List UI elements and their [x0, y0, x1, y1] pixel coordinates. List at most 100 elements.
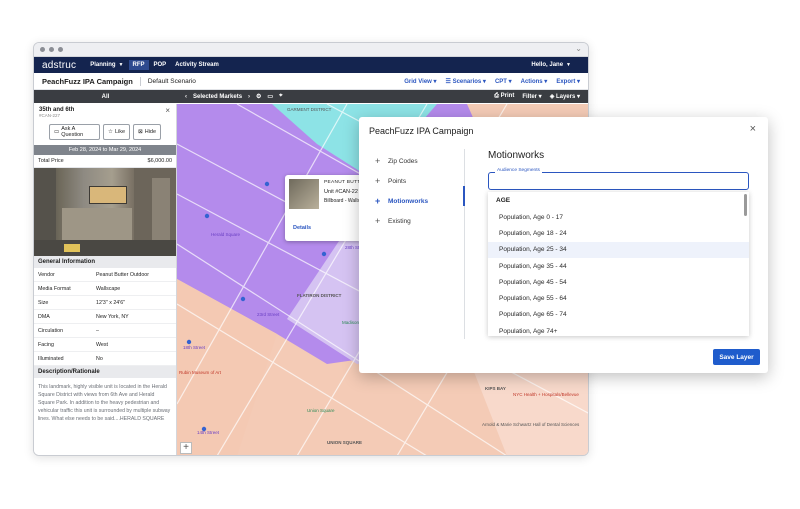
description-heading: Description/Rationale — [34, 366, 176, 378]
layer-type-list: + Zip Codes + Points + Motionworks + Existin… — [375, 151, 465, 231]
map-toolbar: All ‹ Selected Markets › ⚙ ▭ ⌖ ⎙ Print F… — [34, 90, 588, 103]
plus-icon: + — [375, 156, 381, 166]
option-existing[interactable]: + Existing — [375, 211, 465, 231]
map-label-flatiron: FLATIRON DISTRICT — [297, 293, 342, 298]
unit-detail-panel: 35th and 6th #CAN-227 × ▭ Ask A Question … — [34, 104, 177, 455]
hide-icon: ⊠ — [138, 129, 143, 135]
actions-menu[interactable]: Actions ▾ — [521, 78, 548, 85]
nav-pop[interactable]: POP — [154, 62, 167, 68]
option-zip-codes[interactable]: + Zip Codes — [375, 151, 465, 171]
map-label-garment: GARMENT DISTRICT — [287, 107, 332, 112]
window-chrome: ⌄ — [34, 43, 588, 57]
ruler-icon[interactable]: ▭ — [267, 93, 273, 100]
print-button[interactable]: ⎙ Print — [494, 93, 514, 100]
map-label-dental: Arnold & Marie Schwartz Hall of Dental S… — [482, 422, 580, 427]
option-points[interactable]: + Points — [375, 171, 465, 191]
cpt-menu[interactable]: CPT ▾ — [495, 78, 512, 85]
hide-button[interactable]: ⊠ Hide — [133, 124, 161, 140]
map-label-union: UNION SQUARE — [327, 440, 362, 445]
scenario-name[interactable]: Default Scenario — [148, 78, 196, 85]
map-tools: ⎙ Print Filter ▾ ◈ Layers ▾ — [494, 93, 588, 100]
info-row-dma: DMA New York, NY — [34, 310, 176, 324]
modal-title: PeachFuzz IPA Campaign — [369, 126, 474, 136]
window-controls[interactable] — [40, 47, 63, 52]
description-text: This landmark, highly visible unit is lo… — [38, 384, 171, 422]
option-item[interactable]: Population, Age 74+ — [488, 323, 749, 336]
info-row-illuminated: Illuminated No — [34, 352, 176, 366]
general-info-heading: General Information — [34, 256, 176, 268]
popup-unit: Unit #CAN-22 — [324, 189, 358, 195]
like-button[interactable]: ☆ Like — [103, 124, 131, 140]
option-item[interactable]: Population, Age 35 - 44 — [488, 258, 749, 274]
plus-icon: + — [375, 196, 381, 206]
campaign-title: PeachFuzz IPA Campaign — [42, 76, 141, 86]
marker-icon[interactable]: ⌖ — [279, 93, 282, 100]
unit-photo[interactable] — [34, 168, 176, 256]
export-menu[interactable]: Export ▾ — [556, 78, 580, 85]
popup-thumbnail — [289, 179, 319, 209]
campaign-actions: Grid View ▾ ☰ Scenarios ▾ CPT ▾ Actions … — [404, 78, 580, 85]
audience-segments-field[interactable]: Audience Segments — [488, 168, 749, 190]
map-label-rubin: Rubin Museum of Art — [179, 370, 222, 375]
close-icon[interactable]: × — [750, 123, 756, 135]
plus-icon: + — [375, 176, 381, 186]
total-price-row: Total Price $6,000.00 — [34, 155, 176, 168]
nav-planning[interactable]: Planning ▼ — [90, 62, 123, 68]
map-label-herald: Herald Square — [211, 232, 241, 237]
section-heading: Motionworks — [488, 150, 545, 161]
star-icon: ☆ — [108, 129, 113, 135]
scenarios-menu[interactable]: ☰ Scenarios ▾ — [446, 78, 486, 85]
settings-icon[interactable]: ⚙ — [256, 93, 261, 100]
zoom-in-button[interactable]: + — [180, 442, 192, 454]
page: ⌄ adstruc Planning ▼ RFP POP Activity Str… — [0, 0, 800, 509]
audience-segments-dropdown[interactable]: AGE Population, Age 0 - 17 Population, A… — [488, 192, 749, 336]
filter-menu[interactable]: Filter ▾ — [522, 93, 541, 100]
save-layer-button[interactable]: Save Layer — [713, 349, 760, 365]
scrollbar[interactable] — [744, 194, 747, 216]
map-label-14th: 14th Street — [197, 430, 220, 435]
plus-icon: + — [375, 216, 381, 226]
unit-actions: ▭ Ask A Question ☆ Like ⊠ Hide — [34, 121, 176, 143]
chevron-left-icon[interactable]: ‹ — [185, 94, 187, 100]
ask-question-button[interactable]: ▭ Ask A Question — [49, 124, 101, 140]
group-heading: AGE — [496, 197, 511, 204]
chevron-right-icon[interactable]: › — [248, 94, 250, 100]
option-item[interactable]: Population, Age 65 - 74 — [488, 307, 749, 323]
nav-rfp[interactable]: RFP — [128, 60, 149, 70]
chat-icon: ▭ — [54, 129, 60, 135]
flight-dates: Feb 28, 2024 to Mar 29, 2024 — [34, 145, 176, 155]
app-logo[interactable]: adstruc — [42, 60, 76, 71]
info-row-circulation: Circulation – — [34, 324, 176, 338]
popup-details-link[interactable]: Details — [293, 225, 311, 231]
option-item[interactable]: Population, Age 0 - 17 — [488, 209, 749, 225]
markets-selector[interactable]: ‹ Selected Markets › ⚙ ▭ ⌖ — [177, 93, 282, 100]
nav-activity-stream[interactable]: Activity Stream — [175, 62, 219, 68]
chevron-down-icon[interactable]: ⌄ — [575, 44, 582, 53]
grid-view-menu[interactable]: Grid View ▾ — [404, 78, 436, 85]
selected-markets-label: Selected Markets — [193, 93, 243, 100]
all-tab[interactable]: All — [34, 94, 177, 100]
map-label-kips: KIPS BAY — [485, 386, 506, 391]
map-label-23rd: 23rd Street — [257, 312, 280, 317]
active-indicator — [463, 186, 465, 206]
add-layer-modal: PeachFuzz IPA Campaign × + Zip Codes + Poi… — [359, 117, 768, 373]
info-row-size: Size 12'3" x 24'6" — [34, 296, 176, 310]
map-label-18th: 18th Street — [183, 345, 206, 350]
option-item[interactable]: Population, Age 45 - 54 — [488, 274, 749, 290]
option-item[interactable]: Population, Age 55 - 64 — [488, 290, 749, 306]
map-label-bellevue: NYC Health + Hospitals/Bellevue — [513, 392, 579, 397]
layers-menu[interactable]: ◈ Layers ▾ — [550, 93, 580, 100]
total-price: $6,000.00 — [147, 158, 172, 164]
option-item[interactable]: Population, Age 18 - 24 — [488, 225, 749, 241]
info-row-facing: Facing West — [34, 338, 176, 352]
map-label-union-square: Union Square — [307, 408, 335, 413]
campaign-bar: PeachFuzz IPA Campaign Default Scenario … — [34, 73, 588, 90]
option-item[interactable]: Population, Age 25 - 34 — [488, 241, 749, 258]
unit-id: #CAN-227 — [39, 113, 61, 118]
user-menu[interactable]: Hello, Jane ▼ — [531, 62, 571, 68]
popup-format: Billboard - Walls — [324, 198, 360, 204]
option-motionworks[interactable]: + Motionworks — [375, 191, 465, 211]
close-icon[interactable]: × — [165, 106, 170, 115]
info-row-vendor: Vendor Peanut Butter Outdoor — [34, 268, 176, 282]
divider — [464, 149, 465, 339]
